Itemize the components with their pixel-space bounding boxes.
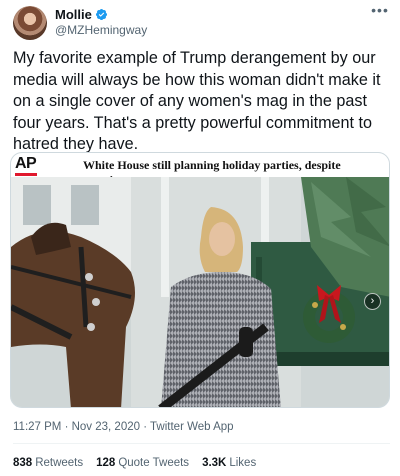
tweet-text: My favorite example of Trump derangement… bbox=[13, 49, 385, 153]
retweets-stat[interactable]: 838 Retweets bbox=[13, 457, 83, 469]
retweets-label: Retweets bbox=[35, 457, 84, 469]
ap-logo-underline bbox=[15, 173, 37, 176]
tweet-client[interactable]: Twitter Web App bbox=[150, 421, 234, 433]
tweet-media-card[interactable]: AP White House still planning holiday pa… bbox=[10, 152, 390, 408]
ap-header-bar: AP White House still planning holiday pa… bbox=[11, 153, 389, 187]
more-options-icon[interactable]: ••• bbox=[370, 3, 390, 19]
tweet-stats: 838 Retweets 128 Quote Tweets 3.3K Likes bbox=[13, 457, 256, 469]
likes-stat[interactable]: 3.3K Likes bbox=[202, 457, 256, 469]
divider bbox=[13, 443, 390, 444]
author-handle[interactable]: @MZHemingway bbox=[55, 23, 147, 37]
author-name-row[interactable]: Mollie bbox=[55, 7, 108, 22]
likes-count: 3.3K bbox=[202, 457, 227, 469]
retweets-count: 838 bbox=[13, 457, 33, 469]
tweet-time[interactable]: 11:27 PM bbox=[13, 421, 61, 433]
verified-badge-icon bbox=[95, 8, 107, 21]
likes-label: Likes bbox=[229, 457, 257, 469]
tweet-meta: 11:27 PM · Nov 23, 2020 · Twitter Web Ap… bbox=[13, 421, 234, 433]
tweet-date[interactable]: Nov 23, 2020 bbox=[72, 421, 140, 433]
author-name[interactable]: Mollie bbox=[55, 7, 92, 22]
quote-tweets-stat[interactable]: 128 Quote Tweets bbox=[96, 457, 189, 469]
tweet: Mollie @MZHemingway ••• My favorite exam… bbox=[0, 0, 400, 476]
ap-logo: AP bbox=[15, 155, 37, 172]
meta-separator: · bbox=[140, 421, 151, 433]
quote-tweets-label: Quote Tweets bbox=[118, 457, 190, 469]
next-slide-icon[interactable]: › bbox=[364, 293, 381, 310]
avatar[interactable] bbox=[13, 6, 47, 40]
meta-separator: · bbox=[61, 421, 72, 433]
news-photo[interactable] bbox=[11, 177, 390, 408]
quote-tweets-count: 128 bbox=[96, 457, 116, 469]
